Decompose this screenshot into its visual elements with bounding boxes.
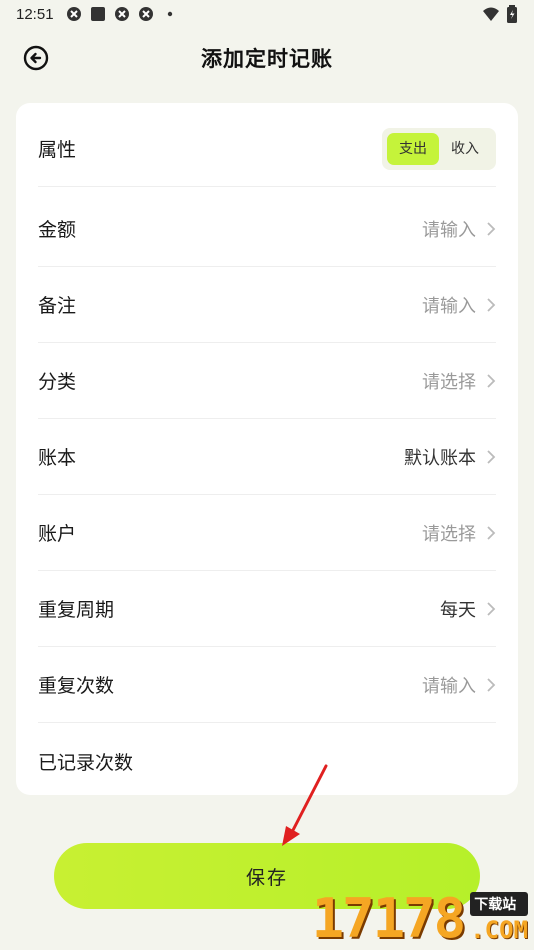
row-right: 请选择 xyxy=(422,368,496,394)
page-title: 添加定时记账 xyxy=(201,47,333,71)
battery-icon xyxy=(507,5,517,23)
watermark-tag: 下载站 xyxy=(470,892,528,916)
save-button-label: 保存 xyxy=(245,866,288,889)
row-account[interactable]: 账户 请选择 xyxy=(38,495,496,571)
row-value: 请选择 xyxy=(422,371,476,393)
row-label: 重复次数 xyxy=(38,675,115,697)
row-value: 请输入 xyxy=(422,295,476,317)
row-label: 金额 xyxy=(38,219,77,241)
row-right: 请输入 xyxy=(422,216,496,242)
row-value: 请输入 xyxy=(422,219,476,241)
back-button[interactable] xyxy=(22,44,50,72)
row-value: 每天 xyxy=(440,599,476,621)
row-amount[interactable]: 金额 请输入 xyxy=(38,191,496,267)
row-category[interactable]: 分类 请选择 xyxy=(38,343,496,419)
annotation-arrow-icon xyxy=(282,764,328,846)
toggle-income[interactable]: 收入 xyxy=(439,133,491,165)
type-toggle: 支出 收入 xyxy=(382,127,496,170)
chevron-right-icon xyxy=(487,525,496,540)
row-recorded-count: 已记录次数 xyxy=(38,723,496,799)
app-notification-icon xyxy=(114,7,129,21)
row-right: 请输入 xyxy=(422,672,496,698)
chevron-right-icon xyxy=(487,373,496,388)
chevron-right-icon xyxy=(487,449,496,464)
watermark-logo: 17178 下载站 .COM xyxy=(312,892,528,946)
wifi-icon xyxy=(483,7,499,21)
header: 添加定时记账 xyxy=(0,36,534,80)
row-note[interactable]: 备注 请输入 xyxy=(38,267,496,343)
toggle-expense[interactable]: 支出 xyxy=(387,132,439,165)
row-repeat-period[interactable]: 重复周期 每天 xyxy=(38,571,496,647)
row-label: 账户 xyxy=(38,523,77,545)
row-label: 分类 xyxy=(38,371,77,393)
row-right: 每天 xyxy=(440,596,496,622)
watermark-domain: .COM xyxy=(470,916,528,944)
watermark-side: 下载站 .COM xyxy=(470,892,528,942)
row-type: 属性 支出 收入 xyxy=(38,111,496,187)
row-right: 请选择 xyxy=(422,520,496,546)
watermark-number: 17178 xyxy=(311,887,467,950)
row-value: 请输入 xyxy=(422,675,476,697)
status-right xyxy=(482,5,518,23)
row-value: 请选择 xyxy=(422,523,476,545)
row-right: 默认账本 xyxy=(404,444,496,470)
app-notification-icon xyxy=(138,7,153,21)
back-arrow-icon xyxy=(23,45,49,71)
row-label: 备注 xyxy=(38,295,77,317)
row-value: 默认账本 xyxy=(404,447,476,469)
row-label: 重复周期 xyxy=(38,599,115,621)
app-notification-icon xyxy=(66,7,81,21)
chevron-right-icon xyxy=(487,221,496,236)
row-label: 账本 xyxy=(38,447,77,469)
chevron-right-icon xyxy=(487,677,496,692)
more-notifications-dot-icon xyxy=(167,11,172,17)
row-right: 请输入 xyxy=(422,292,496,318)
row-ledger[interactable]: 账本 默认账本 xyxy=(38,419,496,495)
status-time: 12:51 xyxy=(16,5,54,23)
row-repeat-count[interactable]: 重复次数 请输入 xyxy=(38,647,496,723)
chevron-right-icon xyxy=(487,297,496,312)
form-card: 属性 支出 收入 金额 请输入 备注 请输入 分类 请选择 账本 默认账本 账户… xyxy=(16,103,518,795)
row-label: 已记录次数 xyxy=(38,751,134,774)
status-bar: 12:51 xyxy=(0,0,534,28)
chevron-right-icon xyxy=(487,601,496,616)
row-label: 属性 xyxy=(38,139,77,161)
square-notification-icon xyxy=(90,7,105,21)
